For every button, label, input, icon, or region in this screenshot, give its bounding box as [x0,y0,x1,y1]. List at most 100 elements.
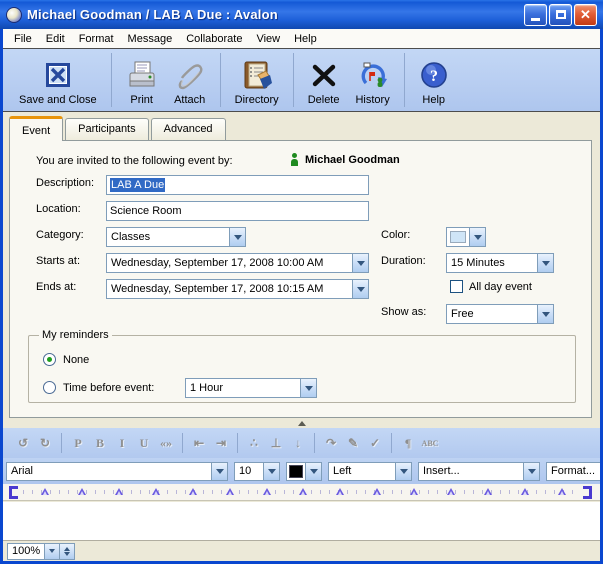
chevron-down-icon[interactable] [300,379,316,397]
reminder-time-radio[interactable] [43,381,56,394]
close-button[interactable]: ✕ [574,4,597,26]
chevron-down-icon[interactable] [229,228,245,246]
attach-button[interactable]: Attach [166,49,214,111]
pane-splitter[interactable] [3,420,600,428]
tab-stop-marker[interactable] [152,488,160,495]
chevron-down-icon[interactable] [469,228,485,246]
menu-item-format[interactable]: Format [72,31,121,47]
reminder-none-radio[interactable] [43,353,56,366]
bold-icon: B [90,433,110,453]
ruler[interactable] [3,484,600,501]
tab-stop-marker[interactable] [558,488,566,495]
tab-stop-marker[interactable] [78,488,86,495]
titlebar[interactable]: Michael Goodman / LAB A Due : Avalon ✕ [0,0,603,29]
chevron-down-icon[interactable] [352,254,368,272]
delete-button[interactable]: Delete [300,49,348,111]
save-and-close-button[interactable]: Save and Close [11,49,105,111]
ends-at-select[interactable]: Wednesday, September 17, 2008 10:15 AM [106,279,369,299]
show-as-select[interactable]: Free [446,304,554,324]
help-button[interactable]: ? Help [411,49,457,111]
tab-stop-marker[interactable] [410,488,418,495]
svg-text:?: ? [430,68,438,85]
print-button[interactable]: Print [118,49,166,111]
indent-increase-icon: ⇥ [211,433,231,453]
event-tab-panel: You are invited to the following event b… [9,140,592,418]
menu-item-help[interactable]: Help [287,31,324,47]
tab-stop-marker[interactable] [41,488,49,495]
tab-stop-marker[interactable] [226,488,234,495]
history-icon [356,57,390,93]
arrow-down-icon: ↓ [288,433,308,453]
right-margin-marker[interactable] [583,486,592,499]
tab-stop-marker[interactable] [189,488,197,495]
left-margin-marker[interactable] [9,486,18,499]
toolbar-separator [404,53,405,107]
align-select[interactable]: Left [328,462,412,481]
tab-stop-marker[interactable] [521,488,529,495]
toolbar-separator [237,433,238,453]
category-select[interactable]: Classes [106,227,246,247]
description-input[interactable]: LAB A Due [106,175,369,195]
all-day-checkbox[interactable] [450,280,463,293]
ends-at-value: Wednesday, September 17, 2008 10:15 AM [107,283,352,295]
insert-select[interactable]: Insert... [418,462,540,481]
toolbar-button-label: Help [422,94,445,106]
undo-icon: ↺ [13,433,33,453]
chevron-down-icon[interactable] [523,463,539,480]
toolbar-separator [391,433,392,453]
color-swatch [450,231,466,243]
menu-item-file[interactable]: File [7,31,39,47]
main-toolbar: Save and Close Print Attach Directory Delete… [3,48,600,112]
my-reminders-legend: My reminders [39,329,112,341]
chevron-down-icon[interactable] [537,305,553,323]
chevron-down-icon[interactable] [305,463,321,480]
location-value: Science Room [110,205,182,217]
directory-button[interactable]: Directory [227,49,287,111]
menu-item-edit[interactable]: Edit [39,31,72,47]
chevron-down-icon[interactable] [537,254,553,272]
menu-item-message[interactable]: Message [121,31,180,47]
chevron-down-icon[interactable] [263,463,279,480]
duration-select[interactable]: 15 Minutes [446,253,554,273]
tab-stop-marker[interactable] [336,488,344,495]
underline-icon: U [134,433,154,453]
splitter-grip-icon [298,421,306,426]
tab-stop-marker[interactable] [299,488,307,495]
maximize-button[interactable] [549,4,572,26]
starts-at-select[interactable]: Wednesday, September 17, 2008 10:00 AM [106,253,369,273]
tab-stop-marker[interactable] [447,488,455,495]
reminder-time-select[interactable]: 1 Hour [185,378,317,398]
toolbar-separator [293,53,294,107]
font-size-select[interactable]: 10 [234,462,280,481]
color-select[interactable] [446,227,486,247]
minimize-button[interactable] [524,4,547,26]
history-button[interactable]: History [347,49,397,111]
menu-item-view[interactable]: View [249,31,287,47]
chevron-down-icon[interactable] [352,280,368,298]
chevron-down-icon[interactable] [211,463,227,480]
app-icon [6,7,22,23]
zoom-control[interactable]: 100% [7,543,75,560]
message-body[interactable] [3,502,600,540]
tab-stop-marker[interactable] [484,488,492,495]
quote-marks-icon: «» [156,433,176,453]
zoom-spinner[interactable] [59,544,74,559]
text-color-select[interactable] [286,462,322,481]
tab-stop-marker[interactable] [373,488,381,495]
paperclip-icon [174,57,206,93]
format-select[interactable]: Format... [546,462,600,481]
chevron-down-icon[interactable] [395,463,411,480]
text-color-swatch [289,465,303,478]
toolbar-button-label: Attach [174,94,205,106]
tab-stop-marker[interactable] [115,488,123,495]
tab-event[interactable]: Event [9,116,63,141]
align-value: Left [329,465,395,477]
printer-icon [126,57,158,93]
font-family-select[interactable]: Arial [6,462,228,481]
reminder-time-label: Time before event: [63,382,154,394]
location-input[interactable]: Science Room [106,201,369,221]
menu-item-collaborate[interactable]: Collaborate [179,31,249,47]
ends-at-label: Ends at: [36,281,76,293]
zoom-dropdown-icon[interactable] [44,544,59,559]
tab-stop-marker[interactable] [263,488,271,495]
